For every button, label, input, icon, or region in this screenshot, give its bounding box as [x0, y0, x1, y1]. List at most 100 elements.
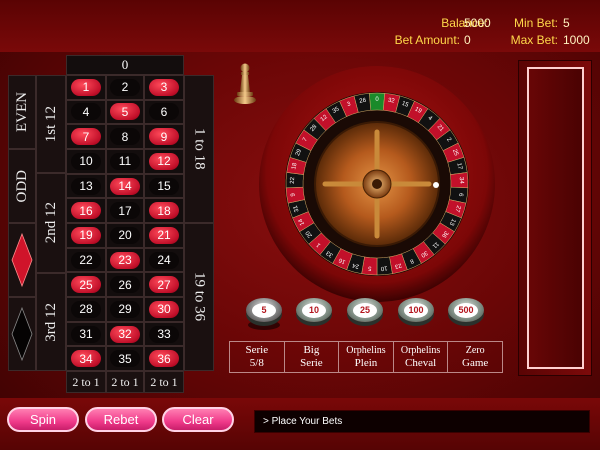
- number-cell[interactable]: 13: [66, 173, 106, 199]
- number-label: 21: [149, 226, 179, 244]
- bet-line-1: Serie: [245, 344, 269, 356]
- number-label: 16: [71, 202, 101, 220]
- announced-bet-button[interactable]: Zero Game: [448, 342, 502, 372]
- announced-bet-button[interactable]: Serie 5/8: [230, 342, 285, 372]
- announced-bet-button[interactable]: Orphelins Cheval: [394, 342, 449, 372]
- dozen-3-label: 3rd 12: [42, 302, 59, 342]
- betting-board: 0 EVEN ODD 1st 12 2nd 12 3rd 12 1 to 18 …: [8, 55, 215, 395]
- chip-25[interactable]: 25: [347, 298, 383, 328]
- number-cell[interactable]: 34: [66, 346, 106, 372]
- number-cell[interactable]: 22: [66, 247, 106, 273]
- number-cell[interactable]: 19: [66, 223, 106, 248]
- number-cell[interactable]: 4: [66, 99, 106, 125]
- chip-500[interactable]: 500: [448, 298, 484, 328]
- balance-value: 5000: [464, 16, 491, 30]
- number-cell[interactable]: 36: [144, 346, 184, 372]
- number-label: 19: [71, 226, 101, 244]
- number-cell[interactable]: 29: [106, 297, 144, 322]
- number-cell[interactable]: 20: [106, 223, 144, 248]
- number-cell[interactable]: 30: [144, 297, 184, 322]
- max-bet-label: Max Bet:: [510, 33, 558, 47]
- number-cell[interactable]: 10: [66, 149, 106, 174]
- bet-line-1: Zero: [465, 345, 485, 356]
- number-cell[interactable]: 8: [106, 124, 144, 149]
- number-cell[interactable]: 18: [144, 198, 184, 223]
- number-cell[interactable]: 31: [66, 321, 106, 347]
- number-cell[interactable]: 35: [106, 346, 144, 372]
- number-cell[interactable]: 6: [144, 99, 184, 125]
- number-label: 26: [110, 276, 140, 294]
- announced-bet-button[interactable]: Big Serie: [285, 342, 340, 372]
- number-cell[interactable]: 21: [144, 223, 184, 248]
- number-cell[interactable]: 15: [144, 173, 184, 199]
- black-bet[interactable]: [8, 297, 36, 371]
- history-frame: [527, 67, 584, 369]
- bet-line-1: Orphelins: [400, 345, 441, 356]
- chip-100[interactable]: 100: [398, 298, 434, 328]
- number-label: 9: [149, 128, 179, 146]
- number-cell[interactable]: 32: [106, 321, 144, 347]
- bet-line-2: Plein: [354, 357, 378, 369]
- number-label: 36: [149, 350, 179, 368]
- number-label: 12: [149, 152, 179, 170]
- number-cell[interactable]: 24: [144, 247, 184, 273]
- number-cell[interactable]: 2: [106, 75, 144, 100]
- column-1-bet[interactable]: 2 to 1: [66, 371, 106, 393]
- rebet-button[interactable]: Rebet: [85, 407, 157, 432]
- bet-line-1: Orphelins: [346, 345, 386, 356]
- column-3-bet[interactable]: 2 to 1: [144, 371, 184, 393]
- number-label: 32: [110, 325, 140, 343]
- number-cell[interactable]: 16: [66, 198, 106, 223]
- number-cell[interactable]: 28: [66, 297, 106, 322]
- number-cell[interactable]: 26: [106, 272, 144, 298]
- chip-face: 500: [448, 298, 484, 322]
- number-cell[interactable]: 33: [144, 321, 184, 347]
- column-2-bet[interactable]: 2 to 1: [106, 371, 144, 393]
- number-cell[interactable]: 5: [106, 99, 144, 125]
- number-cell[interactable]: 11: [106, 149, 144, 174]
- number-label: 10: [71, 152, 101, 170]
- number-cell-0[interactable]: 0: [66, 55, 184, 75]
- chip-value: 10: [302, 302, 326, 318]
- history-panel: [518, 60, 592, 376]
- clear-button[interactable]: Clear: [162, 407, 234, 432]
- odd-label: ODD: [13, 169, 30, 203]
- announced-bet-button[interactable]: Orphelins Plein: [339, 342, 394, 372]
- bet-line-1: Big: [303, 344, 320, 356]
- number-cell[interactable]: 25: [66, 272, 106, 298]
- number-cell[interactable]: 14: [106, 173, 144, 199]
- number-cell[interactable]: 12: [144, 149, 184, 174]
- dozen-3-bet[interactable]: 3rd 12: [36, 273, 66, 371]
- max-bet-value: 1000: [563, 33, 590, 47]
- odd-bet[interactable]: ODD: [8, 149, 36, 223]
- dozen-1-label: 1st 12: [42, 105, 59, 143]
- wheel-number: 10: [380, 264, 388, 271]
- number-cell[interactable]: 23: [106, 247, 144, 273]
- red-bet[interactable]: [8, 223, 36, 297]
- number-label: 18: [149, 202, 179, 220]
- number-label: 22: [71, 251, 101, 269]
- bet-amount-value: 0: [464, 33, 471, 47]
- chip-face: 5: [246, 298, 282, 322]
- number-cell[interactable]: 7: [66, 124, 106, 149]
- high-label: 19 to 36: [191, 272, 208, 322]
- number-label: 1: [71, 78, 101, 96]
- number-cell[interactable]: 3: [144, 75, 184, 100]
- number-label: 24: [149, 251, 179, 269]
- number-label: 4: [71, 103, 101, 121]
- spin-button[interactable]: Spin: [7, 407, 79, 432]
- number-cell[interactable]: 1: [66, 75, 106, 100]
- even-bet[interactable]: EVEN: [8, 75, 36, 149]
- number-cell[interactable]: 17: [106, 198, 144, 223]
- dozen-2-bet[interactable]: 2nd 12: [36, 173, 66, 273]
- chip-5[interactable]: 5: [246, 298, 282, 330]
- number-label: 0: [121, 57, 129, 72]
- low-bet[interactable]: 1 to 18: [184, 75, 214, 223]
- number-label: 23: [110, 251, 140, 269]
- high-bet[interactable]: 19 to 36: [184, 223, 214, 371]
- number-cell[interactable]: 9: [144, 124, 184, 149]
- number-cell[interactable]: 27: [144, 272, 184, 298]
- dozen-1-bet[interactable]: 1st 12: [36, 75, 66, 173]
- number-label: 25: [71, 276, 101, 294]
- chip-10[interactable]: 10: [296, 298, 332, 328]
